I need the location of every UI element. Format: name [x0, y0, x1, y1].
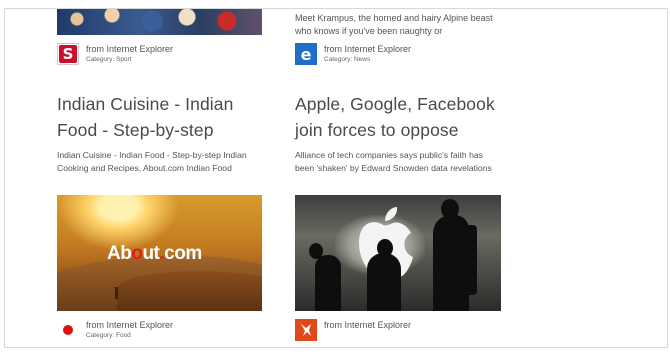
- reading-list-item-food[interactable]: Indian Cuisine - Indian Food - Step-by-s…: [57, 91, 269, 347]
- article-headline[interactable]: Apple, Google, Facebook join forces to o…: [295, 91, 510, 143]
- about-com-logo: About.com: [107, 243, 202, 264]
- sport-logo-icon: S: [57, 43, 79, 65]
- hiker-figure: [115, 287, 118, 299]
- category-label: Category: Sport: [86, 56, 132, 63]
- internet-explorer-icon: e: [295, 43, 317, 65]
- source-row: S from Internet Explorer Category: Sport: [57, 43, 173, 65]
- source-label: from Internet Explorer: [86, 320, 174, 330]
- article-description: Indian Cuisine - Indian Food - Step-by-s…: [57, 150, 247, 173]
- reading-list-panel: S from Internet Explorer Category: Sport…: [4, 8, 668, 348]
- news-site-icon: [295, 319, 317, 341]
- reading-list-item-news[interactable]: Meet Krampus, the horned and hairy Alpin…: [295, 9, 510, 79]
- article-snippet: Meet Krampus, the horned and hairy Alpin…: [295, 13, 493, 36]
- source-label: from Internet Explorer: [86, 44, 174, 54]
- sport-thumbnail[interactable]: [57, 9, 262, 35]
- source-row: from Internet Explorer: [295, 319, 411, 341]
- reading-list-item-sport[interactable]: S from Internet Explorer Category: Sport: [57, 9, 269, 79]
- source-label: from Internet Explorer: [324, 320, 412, 330]
- source-label: from Internet Explorer: [324, 44, 412, 54]
- article-headline[interactable]: Indian Cuisine - Indian Food - Step-by-s…: [57, 91, 262, 143]
- article-description: Alliance of tech companies says public's…: [295, 150, 492, 173]
- red-dot-icon: [57, 319, 79, 341]
- article-image[interactable]: About.com: [57, 195, 262, 311]
- category-label: Category: News: [324, 56, 371, 63]
- source-row: from Internet Explorer Category: Food: [57, 319, 173, 341]
- source-row: e from Internet Explorer Category: News: [295, 43, 411, 65]
- category-label: Category: Food: [86, 332, 131, 339]
- reading-list-item-tech[interactable]: Apple, Google, Facebook join forces to o…: [295, 91, 510, 347]
- article-image[interactable]: [295, 195, 501, 311]
